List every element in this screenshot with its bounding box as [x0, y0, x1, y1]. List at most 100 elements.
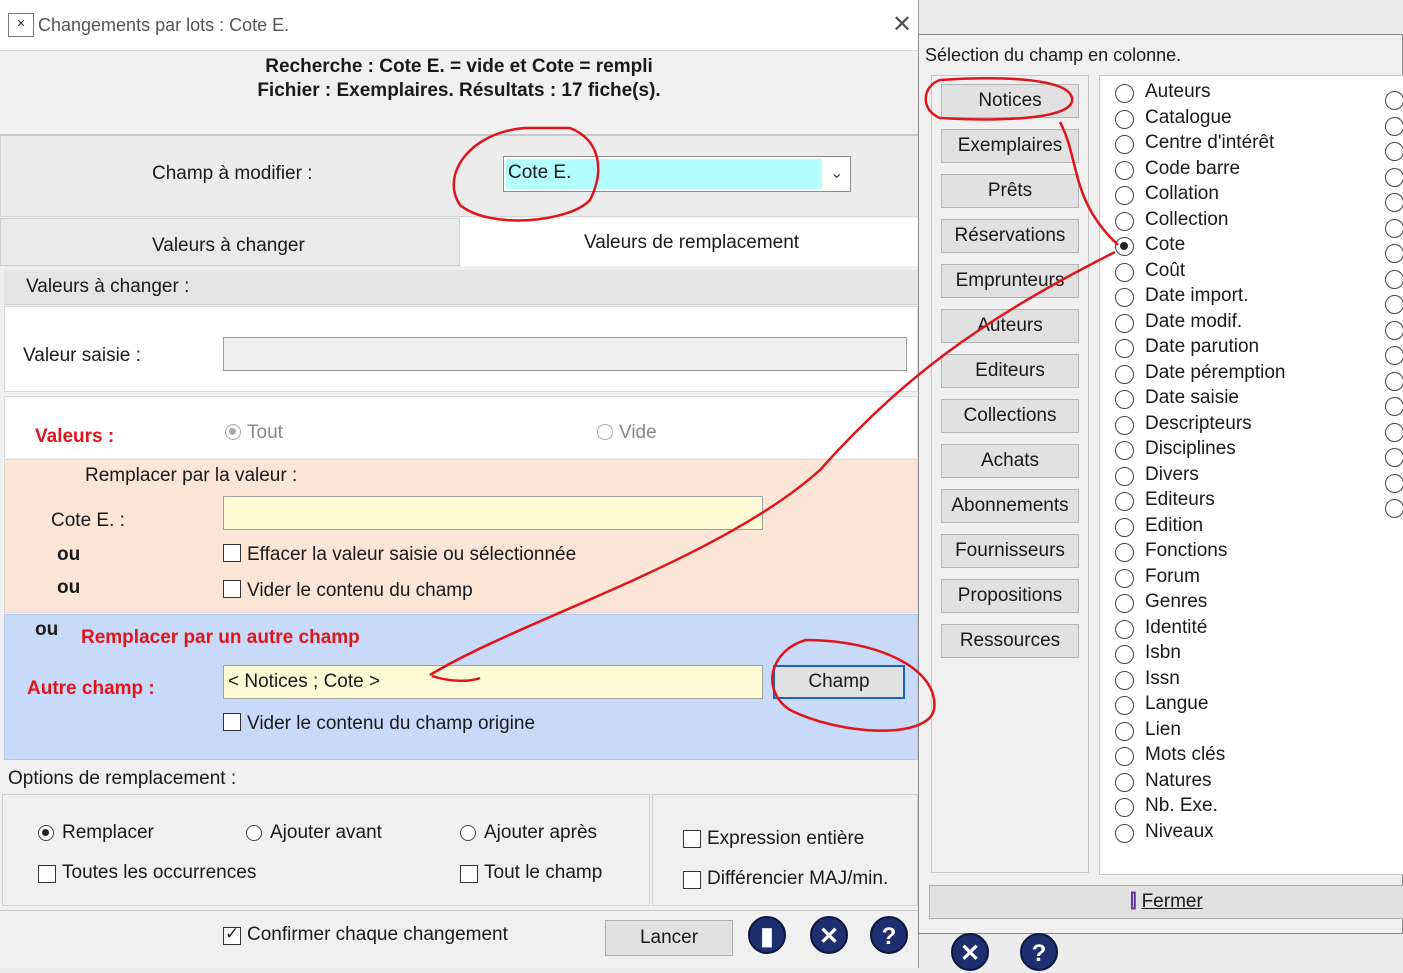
- radio-ajouter-avant[interactable]: [246, 825, 262, 841]
- field-radio[interactable]: [1385, 473, 1403, 493]
- field-radio[interactable]: [1115, 696, 1134, 715]
- field-radio[interactable]: [1115, 670, 1134, 690]
- field-radio[interactable]: [1385, 295, 1403, 314]
- field-radio[interactable]: [1385, 499, 1403, 518]
- tout-champ-checkbox[interactable]: [460, 865, 478, 883]
- tab-valeurs-changer[interactable]: Valeurs à changer: [0, 218, 460, 266]
- field-radio[interactable]: [1115, 84, 1134, 103]
- field-radio[interactable]: [1385, 91, 1403, 110]
- file-button[interactable]: Notices: [941, 84, 1079, 118]
- cancel-icon[interactable]: ✕: [810, 916, 848, 954]
- file-button[interactable]: Achats: [941, 444, 1079, 478]
- field-radio[interactable]: [1115, 109, 1134, 129]
- field-label: Langue: [1145, 693, 1209, 714]
- expression-checkbox[interactable]: [683, 830, 701, 848]
- champ-select[interactable]: Cote E. ⌄: [503, 156, 851, 192]
- toutes-occurrences-checkbox[interactable]: [38, 865, 56, 883]
- field-radio[interactable]: [1115, 823, 1134, 843]
- field-label: Catalogue: [1145, 106, 1232, 128]
- field-radio[interactable]: [1385, 244, 1403, 263]
- vider-origine-checkbox[interactable]: [223, 713, 241, 731]
- field-radio[interactable]: [1115, 466, 1134, 486]
- field-radio[interactable]: [1115, 517, 1134, 537]
- notes-icon[interactable]: ▮: [748, 916, 786, 954]
- lancer-button[interactable]: Lancer: [605, 920, 733, 956]
- differencier-checkbox[interactable]: [683, 871, 701, 889]
- field-radio[interactable]: [1115, 619, 1134, 639]
- field-radio[interactable]: [1385, 422, 1403, 442]
- field-radio[interactable]: [1115, 772, 1134, 792]
- file-button[interactable]: Emprunteurs: [941, 264, 1079, 298]
- field-radio[interactable]: [1115, 492, 1134, 511]
- ou-label: ou: [57, 577, 81, 598]
- file-button[interactable]: Auteurs: [941, 309, 1079, 343]
- help-icon[interactable]: ?: [1020, 933, 1058, 971]
- field-label: Nb. Exe.: [1145, 795, 1218, 816]
- radio-remplacer[interactable]: [38, 825, 54, 841]
- confirmer-checkbox[interactable]: [223, 924, 241, 945]
- file-button[interactable]: Propositions: [941, 579, 1079, 613]
- field-radio[interactable]: [1115, 364, 1134, 384]
- field-radio[interactable]: [1115, 135, 1134, 154]
- confirmer-label: Confirmer chaque changement: [247, 924, 508, 945]
- field-radio[interactable]: [1385, 193, 1403, 212]
- field-radio[interactable]: [1385, 167, 1403, 187]
- field-radio[interactable]: [1115, 237, 1134, 256]
- field-radio[interactable]: [1385, 346, 1403, 365]
- section-header: Valeurs à changer :: [4, 270, 918, 305]
- field-radio[interactable]: [1385, 448, 1403, 467]
- champ-panel: Champ à modifier : Cote E. ⌄: [0, 134, 920, 217]
- field-radio[interactable]: [1115, 186, 1134, 205]
- valeurs-box: Valeurs : Tout Vide: [4, 396, 918, 458]
- field-radio[interactable]: [1115, 721, 1134, 741]
- field-radio[interactable]: [1115, 798, 1134, 817]
- field-radio[interactable]: [1385, 371, 1403, 391]
- field-radio[interactable]: [1115, 160, 1134, 180]
- valeur-saisie-input[interactable]: [223, 337, 907, 371]
- cancel-icon[interactable]: ✕: [951, 933, 989, 971]
- field-radio[interactable]: [1385, 142, 1403, 161]
- file-button[interactable]: Exemplaires: [941, 129, 1079, 163]
- file-button[interactable]: Ressources: [941, 624, 1079, 658]
- field-radio[interactable]: [1385, 269, 1403, 289]
- help-icon[interactable]: ?: [870, 916, 908, 954]
- field-radio[interactable]: [1115, 594, 1134, 613]
- file-button[interactable]: Abonnements: [941, 489, 1079, 523]
- field-radio[interactable]: [1385, 218, 1403, 238]
- field-radio[interactable]: [1115, 568, 1134, 588]
- field-label: Collection: [1145, 208, 1229, 230]
- fermer-button[interactable]: ⫿ Fermer: [929, 885, 1403, 919]
- field-radio[interactable]: [1385, 320, 1403, 340]
- file-button[interactable]: Réservations: [941, 219, 1079, 253]
- field-radio[interactable]: [1115, 339, 1134, 358]
- field-radio[interactable]: [1115, 288, 1134, 307]
- vider-checkbox[interactable]: [223, 580, 241, 598]
- field-radio[interactable]: [1115, 262, 1134, 282]
- cote-input[interactable]: [223, 496, 763, 530]
- vider-label: Vider le contenu du champ: [247, 580, 473, 601]
- close-icon[interactable]: ✕: [892, 10, 912, 39]
- file-button[interactable]: Fournisseurs: [941, 534, 1079, 568]
- tab-valeurs-remplacement[interactable]: Valeurs de remplacement: [460, 218, 918, 266]
- radio-tout[interactable]: [225, 424, 241, 440]
- field-radio[interactable]: [1115, 211, 1134, 231]
- file-button[interactable]: Collections: [941, 399, 1079, 433]
- effacer-checkbox[interactable]: [223, 544, 241, 562]
- field-radio[interactable]: [1115, 390, 1134, 409]
- field-radio[interactable]: [1115, 441, 1134, 460]
- file-button[interactable]: Prêts: [941, 174, 1079, 208]
- radio-remplacer-label: Remplacer: [62, 822, 154, 843]
- field-radio[interactable]: [1115, 645, 1134, 664]
- radio-vide[interactable]: [597, 424, 613, 440]
- autre-champ-input[interactable]: < Notices ; Cote >: [223, 665, 763, 699]
- field-radio[interactable]: [1385, 116, 1403, 136]
- tout-champ-label: Tout le champ: [484, 862, 603, 883]
- champ-button[interactable]: Champ: [773, 665, 905, 699]
- field-radio[interactable]: [1115, 415, 1134, 435]
- field-radio[interactable]: [1385, 397, 1403, 416]
- radio-ajouter-apres[interactable]: [460, 825, 476, 841]
- file-button[interactable]: Editeurs: [941, 354, 1079, 388]
- field-radio[interactable]: [1115, 313, 1134, 333]
- field-radio[interactable]: [1115, 747, 1134, 766]
- field-radio[interactable]: [1115, 543, 1134, 562]
